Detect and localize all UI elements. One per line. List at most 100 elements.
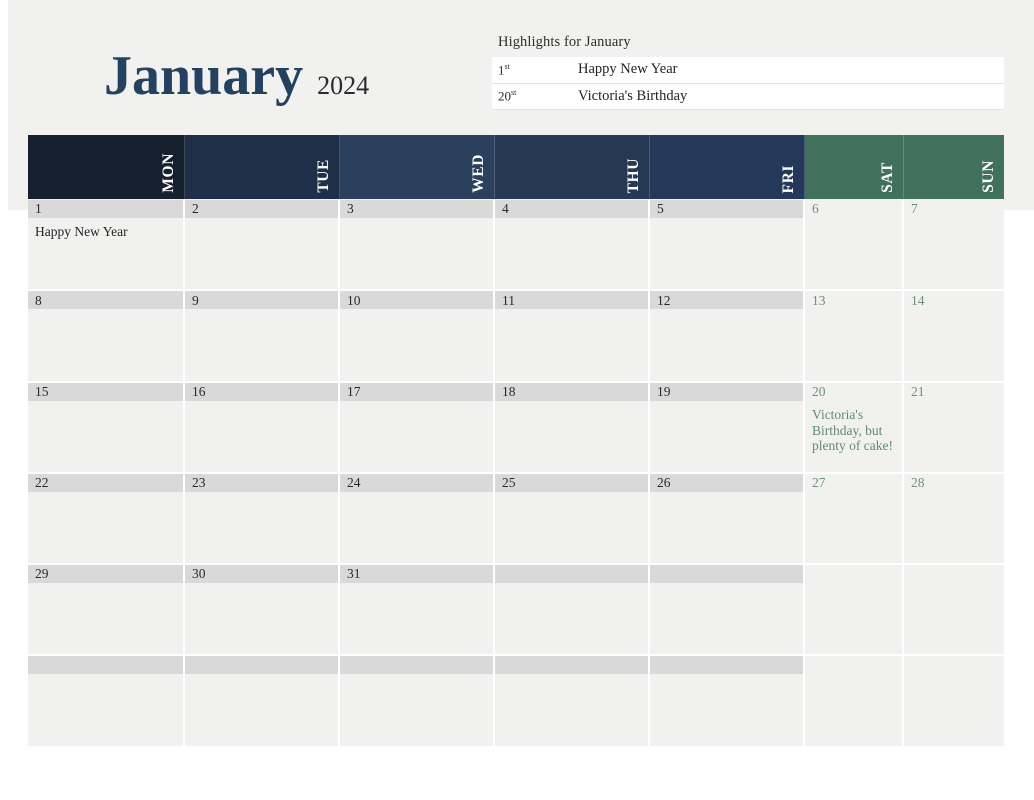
- day-number-band: 11: [495, 291, 648, 310]
- calendar-day-cell[interactable]: 5: [650, 200, 805, 292]
- calendar-day-cell[interactable]: 14: [904, 291, 1004, 383]
- highlights-list: 1st Happy New Year 20st Victoria's Birthday: [492, 57, 1004, 137]
- calendar-day-cell[interactable]: 12: [650, 291, 805, 383]
- day-number: 25: [502, 475, 516, 491]
- calendar-day-cell[interactable]: 10: [340, 291, 495, 383]
- calendar-day-cell[interactable]: 23: [185, 473, 340, 566]
- weekday-label: THU: [624, 157, 642, 193]
- weekday-header-mon: MON: [28, 135, 185, 199]
- calendar-day-cell[interactable]: 18: [495, 382, 650, 474]
- calendar-day-cell[interactable]: [904, 565, 1004, 657]
- day-number-band: 29: [28, 565, 183, 584]
- highlight-text: Victoria's Birthday: [578, 87, 688, 104]
- calendar-day-cell[interactable]: 8: [28, 291, 185, 383]
- highlights-panel: Highlights for January 1st Happy New Year…: [492, 34, 1004, 137]
- calendar-week-row: 15 16 17 18 19 20 Victoria's Birthday, but ple…: [28, 382, 1004, 474]
- highlight-row[interactable]: 1st Happy New Year: [492, 57, 1004, 84]
- calendar-day-cell[interactable]: 9: [185, 291, 340, 383]
- day-number-band: [495, 656, 648, 675]
- calendar-day-cell[interactable]: [805, 656, 904, 748]
- day-number: 16: [192, 383, 206, 399]
- day-number: 15: [35, 383, 49, 399]
- day-number-band: 1: [28, 200, 183, 218]
- calendar-day-cell[interactable]: 22: [28, 473, 185, 566]
- day-number: 19: [657, 383, 671, 399]
- calendar-day-cell[interactable]: 30: [185, 565, 340, 657]
- calendar-day-cell[interactable]: 1 Happy New Year: [28, 200, 185, 292]
- day-number-band: 10: [340, 291, 493, 310]
- day-number: 5: [657, 201, 664, 217]
- highlight-row[interactable]: [492, 110, 1004, 137]
- calendar-day-cell[interactable]: 20 Victoria's Birthday, but plenty of cak…: [805, 382, 904, 474]
- day-number-band: 6: [805, 200, 902, 218]
- day-number-band: 25: [495, 473, 648, 492]
- calendar-day-cell[interactable]: [495, 565, 650, 657]
- calendar-day-cell[interactable]: [650, 656, 805, 748]
- highlight-date: 20st: [498, 88, 517, 104]
- day-number: 17: [347, 383, 361, 399]
- calendar-day-cell[interactable]: 11: [495, 291, 650, 383]
- calendar-day-cell[interactable]: [28, 656, 185, 748]
- weekday-header-fri: FRI: [650, 135, 805, 199]
- calendar-day-cell[interactable]: 16: [185, 382, 340, 474]
- weekday-header-row: MON TUE WED THU FRI SAT SUN: [28, 135, 1004, 199]
- calendar-day-cell[interactable]: 15: [28, 382, 185, 474]
- highlights-title: Highlights for January: [498, 34, 631, 50]
- calendar-day-cell[interactable]: 2: [185, 200, 340, 292]
- calendar-day-cell[interactable]: [904, 656, 1004, 748]
- calendar-day-cell[interactable]: 21: [904, 382, 1004, 474]
- weekday-label: WED: [469, 154, 487, 193]
- day-number-band: [495, 565, 648, 584]
- calendar-day-cell[interactable]: 24: [340, 473, 495, 566]
- highlight-text: Happy New Year: [578, 61, 678, 78]
- year-label: 2024: [317, 71, 370, 100]
- calendar-day-cell[interactable]: 3: [340, 200, 495, 292]
- day-number: 8: [35, 292, 42, 308]
- day-number: 6: [812, 201, 819, 217]
- calendar-day-cell[interactable]: 29: [28, 565, 185, 657]
- day-number: 26: [657, 475, 671, 491]
- calendar-day-cell[interactable]: 13: [805, 291, 904, 383]
- day-number: 14: [911, 292, 925, 308]
- day-number: 7: [911, 201, 918, 217]
- day-number: 3: [347, 201, 354, 217]
- calendar-day-cell[interactable]: [805, 565, 904, 657]
- calendar-day-cell[interactable]: [650, 565, 805, 657]
- day-number-band: 24: [340, 473, 493, 492]
- day-number: 22: [35, 475, 49, 491]
- day-number-band: 19: [650, 382, 803, 401]
- highlight-date: 1st: [498, 61, 510, 77]
- calendar-day-cell[interactable]: [340, 656, 495, 748]
- day-number-band: 18: [495, 382, 648, 401]
- calendar-day-cell[interactable]: 31: [340, 565, 495, 657]
- day-number: 20: [812, 383, 826, 399]
- day-number-band: 9: [185, 291, 338, 310]
- day-event-text[interactable]: Happy New Year: [28, 218, 183, 240]
- calendar-day-cell[interactable]: 4: [495, 200, 650, 292]
- weekday-label: SUN: [979, 160, 997, 193]
- calendar-day-cell[interactable]: 27: [805, 473, 904, 566]
- calendar-day-cell[interactable]: 19: [650, 382, 805, 474]
- day-number-band: 23: [185, 473, 338, 492]
- highlight-row[interactable]: 20st Victoria's Birthday: [492, 83, 1004, 110]
- weekday-header-sat: SAT: [805, 135, 904, 199]
- calendar-day-cell[interactable]: 6: [805, 200, 904, 292]
- calendar-week-row: 8 9 10 11 12 13 14: [28, 291, 1004, 383]
- day-event-text[interactable]: Victoria's Birthday, but plenty of cake!: [805, 401, 902, 455]
- day-number-band: 22: [28, 473, 183, 492]
- calendar-day-cell[interactable]: 25: [495, 473, 650, 566]
- calendar-day-cell[interactable]: [495, 656, 650, 748]
- calendar-day-cell[interactable]: 28: [904, 473, 1004, 566]
- day-number-band: 21: [904, 383, 1004, 401]
- day-number-band: 17: [340, 382, 493, 401]
- calendar-day-cell[interactable]: 17: [340, 382, 495, 474]
- calendar-day-cell[interactable]: [185, 656, 340, 748]
- calendar-day-cell[interactable]: 26: [650, 473, 805, 566]
- day-number: 24: [347, 475, 361, 491]
- day-number-band: [28, 656, 183, 675]
- day-number-band: 14: [904, 291, 1004, 309]
- calendar-week-row: 22 23 24 25 26 27 28: [28, 473, 1004, 566]
- day-number: 10: [347, 292, 361, 308]
- day-number-band: 16: [185, 382, 338, 401]
- calendar-day-cell[interactable]: 7: [904, 200, 1004, 292]
